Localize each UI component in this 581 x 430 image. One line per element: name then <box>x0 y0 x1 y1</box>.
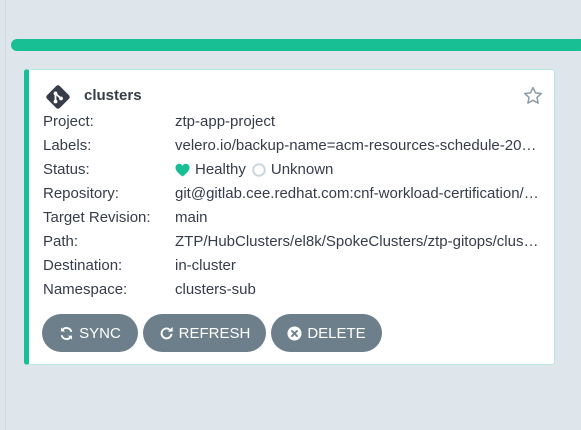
applications-page: clusters Project: ztp-app-project Labels… <box>0 0 581 430</box>
repository-row: Repository: git@gitlab.cee.redhat.com:cn… <box>43 182 543 206</box>
labels-row: Labels: velero.io/backup-name=acm-resour… <box>43 134 543 158</box>
status-label: Status: <box>43 161 90 178</box>
target-revision-value: main <box>175 209 208 226</box>
status-progress-bar <box>11 39 581 51</box>
health-status-text: Healthy <box>195 161 246 178</box>
sync-status-text: Unknown <box>270 161 334 178</box>
target-revision-label: Target Revision: <box>43 209 151 226</box>
times-circle-icon <box>287 325 302 341</box>
application-details: Project: ztp-app-project Labels: velero.… <box>43 110 543 302</box>
status-row: Status: Healthy Unknown <box>43 158 543 182</box>
application-tile[interactable]: clusters Project: ztp-app-project Labels… <box>24 69 555 365</box>
refresh-icon <box>160 326 173 339</box>
sidebar-divider <box>5 0 6 430</box>
sync-button-label: SYNC <box>79 324 121 342</box>
destination-row: Destination: in-cluster <box>43 254 543 278</box>
repository-value: git@gitlab.cee.redhat.com:cnf-workload-c… <box>175 185 541 202</box>
labels-value: velero.io/backup-name=acm-resources-sche… <box>175 137 541 154</box>
sync-icon <box>60 326 73 340</box>
refresh-button[interactable]: REFRESH <box>143 314 266 352</box>
sync-button[interactable]: SYNC <box>42 314 138 352</box>
namespace-label: Namespace: <box>43 281 128 298</box>
project-label: Project: <box>43 113 94 130</box>
namespace-value: clusters-sub <box>175 281 256 298</box>
labels-label: Labels: <box>43 137 92 154</box>
path-value: ZTP/HubClusters/el8k/SpokeClusters/ztp-g… <box>175 233 541 250</box>
target-revision-row: Target Revision: main <box>43 206 543 230</box>
project-value: ztp-app-project <box>175 113 276 130</box>
repository-label: Repository: <box>43 185 119 202</box>
star-icon[interactable] <box>522 85 544 107</box>
application-tile-header: clusters <box>43 84 543 110</box>
refresh-button-label: REFRESH <box>178 324 251 342</box>
path-row: Path: ZTP/HubClusters/el8k/SpokeClusters… <box>43 230 543 254</box>
destination-label: Destination: <box>43 257 123 274</box>
status-value: Healthy Unknown <box>175 158 541 182</box>
application-name[interactable]: clusters <box>84 87 142 104</box>
project-row: Project: ztp-app-project <box>43 110 543 134</box>
circle-notch-icon <box>252 163 266 177</box>
git-icon <box>46 85 70 109</box>
namespace-row: Namespace: clusters-sub <box>43 278 543 302</box>
destination-value: in-cluster <box>175 257 236 274</box>
delete-button-label: DELETE <box>307 324 366 342</box>
delete-button[interactable]: DELETE <box>271 314 382 352</box>
path-label: Path: <box>43 233 79 250</box>
heart-icon <box>175 163 190 177</box>
